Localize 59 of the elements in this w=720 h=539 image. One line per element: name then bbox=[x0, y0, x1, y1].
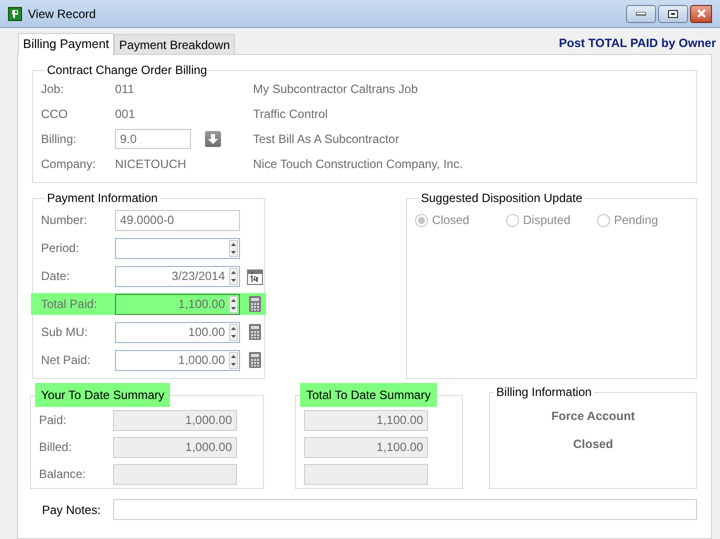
info-text: Force Account bbox=[551, 408, 635, 425]
field-label: Company: bbox=[41, 156, 97, 173]
field-value: 001 bbox=[115, 106, 136, 123]
spin-arrows-icon[interactable] bbox=[229, 324, 238, 340]
down-arrow-icon bbox=[208, 134, 218, 144]
minimize-icon bbox=[636, 12, 646, 16]
calculator-icon[interactable] bbox=[249, 324, 261, 340]
pay-notes-field[interactable] bbox=[113, 499, 697, 520]
group-title: Payment Information bbox=[46, 190, 159, 207]
field-description: My Subcontractor Caltrans Job bbox=[253, 81, 418, 98]
field-description: Traffic Control bbox=[253, 106, 328, 123]
calculator-icon[interactable] bbox=[249, 296, 261, 312]
field-label: Net Paid: bbox=[41, 352, 92, 369]
field-description: Nice Touch Construction Company, Inc. bbox=[253, 156, 463, 173]
field-label: CCO bbox=[41, 106, 69, 123]
window-title: View Record bbox=[28, 6, 96, 22]
field-label: Sub MU: bbox=[41, 324, 89, 341]
input-field[interactable] bbox=[115, 238, 240, 258]
group-title: Contract Change Order Billing bbox=[46, 62, 208, 79]
field-description: Test Bill As A Subcontractor bbox=[253, 131, 400, 148]
input-field[interactable]: 3/23/2014 bbox=[115, 266, 240, 286]
field-label: Billed: bbox=[39, 439, 73, 456]
spin-arrows-icon[interactable] bbox=[229, 296, 238, 312]
app-logo-mark-icon bbox=[12, 10, 18, 18]
group-title: Suggested Disposition Update bbox=[420, 190, 584, 207]
close-button[interactable] bbox=[690, 4, 712, 22]
group-title: Your To Date Summary bbox=[35, 383, 170, 407]
input-field[interactable]: 9.0 bbox=[115, 129, 191, 149]
spin-arrows-icon[interactable] bbox=[229, 240, 238, 256]
maximize-icon bbox=[668, 10, 678, 18]
info-text: Closed bbox=[573, 436, 614, 453]
field-label: Number: bbox=[41, 212, 88, 229]
spin-arrows-icon[interactable] bbox=[229, 268, 238, 284]
maximize-button[interactable] bbox=[658, 4, 688, 22]
input-field[interactable]: 100.00 bbox=[115, 322, 240, 342]
field-label: Paid: bbox=[39, 412, 68, 429]
group-title: Billing Information bbox=[495, 384, 593, 401]
dropdown-button[interactable] bbox=[205, 131, 221, 147]
close-icon bbox=[696, 9, 706, 18]
input-field[interactable]: 1,100.00 bbox=[115, 294, 240, 314]
spin-arrows-icon[interactable] bbox=[229, 352, 238, 368]
tab[interactable]: Payment Breakdown bbox=[114, 34, 235, 54]
field-label: Pay Notes: bbox=[42, 502, 102, 518]
field-label: Date: bbox=[41, 268, 71, 285]
minimize-button[interactable] bbox=[626, 4, 656, 22]
calendar-icon[interactable] bbox=[247, 268, 263, 284]
post-total-paid-link[interactable]: Post TOTAL PAID by Owner bbox=[558, 34, 716, 52]
field-label: Job: bbox=[41, 81, 65, 98]
calculator-icon[interactable] bbox=[249, 352, 261, 368]
group-title: Total To Date Summary bbox=[300, 383, 437, 407]
input-field[interactable]: 49.0000-0 bbox=[115, 210, 240, 230]
field-label: Total Paid: bbox=[41, 296, 98, 313]
field-label: Billing: bbox=[41, 131, 78, 148]
tab[interactable]: Billing Payment bbox=[18, 33, 114, 55]
field-label: Balance: bbox=[39, 466, 87, 483]
field-label: Period: bbox=[41, 240, 80, 257]
field-value: 011 bbox=[115, 81, 134, 98]
field-value: NICETOUCH bbox=[115, 156, 186, 173]
input-field[interactable]: 1,000.00 bbox=[115, 350, 240, 370]
